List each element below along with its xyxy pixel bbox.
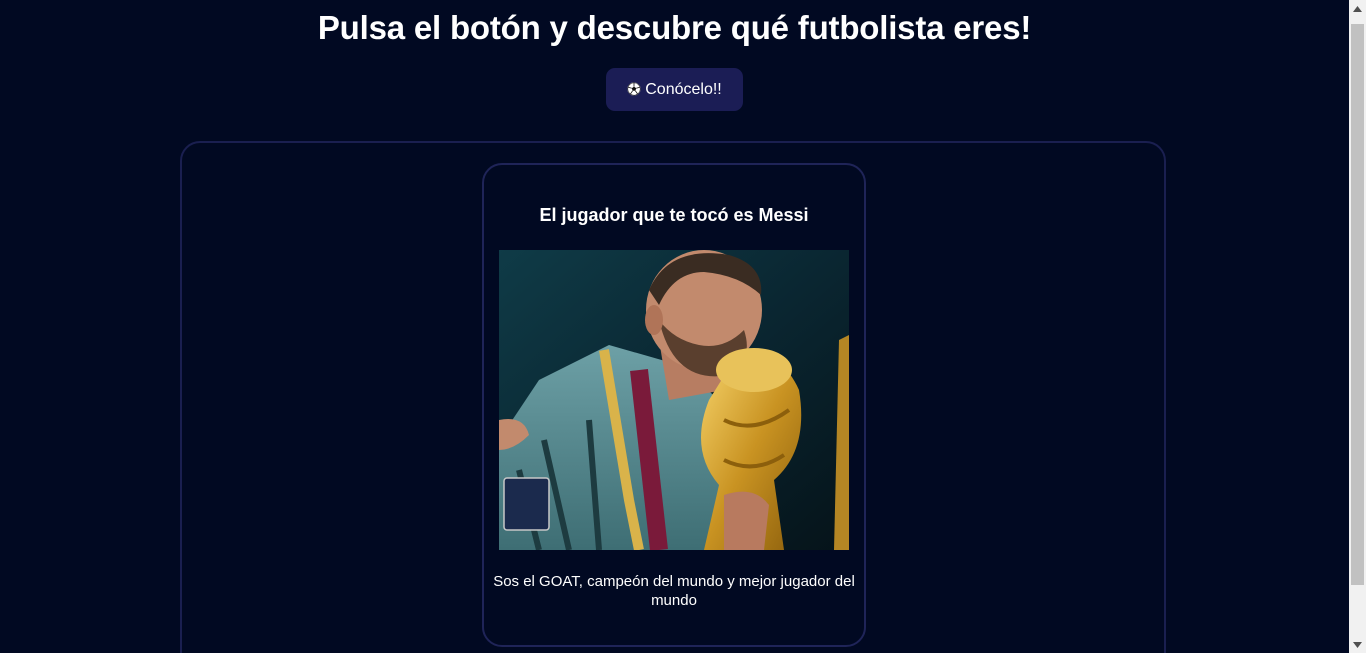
player-photo [499, 250, 849, 550]
player-card-description: Sos el GOAT, campeón del mundo y mejor j… [493, 573, 855, 609]
reveal-player-button[interactable]: Conócelo!! [606, 68, 743, 111]
scrollbar-thumb[interactable] [1351, 24, 1364, 585]
scroll-up-icon[interactable] [1349, 0, 1366, 17]
page-title: Pulsa el botón y descubre qué futbolista… [317, 9, 1032, 46]
reveal-button-label: Conócelo!! [645, 80, 722, 98]
page: Pulsa el botón y descubre qué futbolista… [0, 0, 1349, 653]
player-card-title: El jugador que te tocó es Messi [539, 205, 809, 225]
vertical-scrollbar[interactable] [1349, 0, 1366, 653]
scroll-down-icon[interactable] [1349, 636, 1366, 653]
soccer-ball-icon [627, 81, 641, 96]
